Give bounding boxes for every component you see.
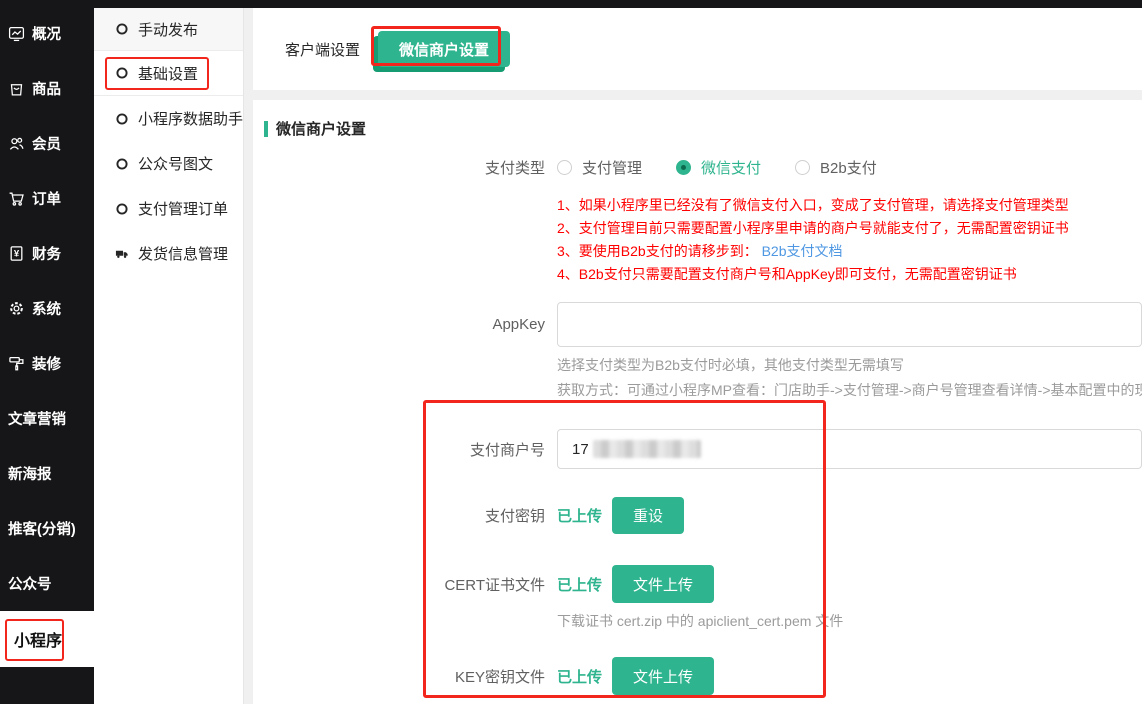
radio-b2b-pay[interactable]: B2b支付: [795, 157, 877, 178]
finance-icon: ¥: [8, 245, 26, 263]
circle-icon: [115, 66, 129, 80]
sidebar-item-mini-program[interactable]: 小程序: [0, 611, 94, 667]
circle-icon: [115, 157, 129, 171]
cert-help: 下载证书 cert.zip 中的 apiclient_cert.pem 文件: [557, 609, 1142, 634]
section-accent-bar: [264, 121, 268, 137]
sidebar-item-members[interactable]: 会员: [0, 116, 94, 171]
sidebar-item-new-poster[interactable]: 新海报: [0, 446, 94, 501]
mini-program-submenu: 手动发布 基础设置 小程序数据助手 公众号图文 支付管理订单: [94, 8, 244, 704]
sidebar-item-label: 公众号: [8, 573, 52, 594]
sidebar-item-decoration[interactable]: 装修: [0, 336, 94, 391]
submenu-item-label: 支付管理订单: [138, 198, 228, 219]
sidebar-item-system[interactable]: 系统: [0, 281, 94, 336]
submenu-item-shipping-info[interactable]: 发货信息管理: [94, 231, 243, 276]
appkey-help-1: 选择支付类型为B2b支付时必填，其他支付类型无需填写: [557, 353, 1142, 378]
submenu-item-label: 发货信息管理: [138, 243, 228, 264]
section-title: 微信商户设置: [276, 118, 366, 139]
cert-file-row: CERT证书文件 已上传 文件上传: [253, 565, 1142, 603]
radio-icon[interactable]: [795, 160, 810, 175]
merchant-id-value: 17: [572, 441, 589, 458]
submenu-item-label: 公众号图文: [138, 153, 213, 174]
cert-status-badge: 已上传: [557, 574, 602, 595]
tab-client-settings[interactable]: 客户端设置: [285, 39, 360, 60]
svg-text:¥: ¥: [14, 249, 20, 260]
radio-checked-icon[interactable]: [676, 160, 691, 175]
merchant-id-input[interactable]: 17: [557, 429, 1142, 469]
key-file-label: KEY密钥文件: [253, 666, 545, 687]
circle-icon: [115, 112, 129, 126]
pay-type-row: 支付类型 支付管理 微信支付 B2b支付: [253, 157, 1142, 178]
submenu-item-payment-orders[interactable]: 支付管理订单: [94, 186, 243, 231]
top-dark-strip: [94, 0, 1142, 8]
sidebar-item-label: 订单: [32, 188, 61, 209]
note-line-4: 4、B2b支付只需要配置支付商户号和AppKey即可支付，无需配置密钥证书: [557, 263, 1142, 286]
key-upload-button[interactable]: 文件上传: [612, 657, 714, 695]
sidebar-item-label: 推客(分销): [8, 518, 76, 539]
appkey-input[interactable]: [557, 302, 1142, 347]
sidebar-item-label: 装修: [32, 353, 61, 374]
submenu-item-basic-settings[interactable]: 基础设置: [94, 51, 243, 96]
truck-icon: [115, 247, 129, 261]
submenu-item-label: 小程序数据助手: [138, 108, 243, 129]
sidebar-item-label: 文章营销: [8, 408, 66, 429]
cart-icon: [8, 190, 26, 208]
merchant-id-label: 支付商户号: [253, 439, 545, 460]
sidebar-item-label: 概况: [32, 23, 61, 44]
sidebar-item-label: 新海报: [8, 463, 52, 484]
circle-icon: [115, 22, 129, 36]
pay-secret-label: 支付密钥: [253, 505, 545, 526]
note-line-3: 3、要使用B2b支付的请移步到： B2b支付文档: [557, 240, 1142, 263]
b2b-doc-link[interactable]: B2b支付文档: [762, 243, 843, 259]
submenu-item-manual-publish[interactable]: 手动发布: [94, 8, 243, 51]
sidebar-item-orders[interactable]: 订单: [0, 171, 94, 226]
section-header: 微信商户设置: [264, 118, 1142, 139]
circle-icon: [115, 202, 129, 216]
submenu-item-official-articles[interactable]: 公众号图文: [94, 141, 243, 186]
radio-icon[interactable]: [557, 160, 572, 175]
pay-secret-status-badge: 已上传: [557, 505, 602, 526]
sidebar-item-official-account[interactable]: 公众号: [0, 556, 94, 611]
pay-type-notes: 1、如果小程序里已经没有了微信支付入口，变成了支付管理，请选择支付管理类型 2、…: [557, 194, 1142, 286]
radio-wechat-pay[interactable]: 微信支付: [676, 157, 761, 178]
appkey-help-2: 获取方式：可通过小程序MP查看：门店助手->支付管理->商户号管理查看详情->基…: [557, 378, 1142, 403]
appkey-label: AppKey: [253, 316, 545, 333]
paint-roller-icon: [8, 355, 26, 373]
cert-file-label: CERT证书文件: [253, 574, 545, 595]
radio-pay-management[interactable]: 支付管理: [557, 157, 642, 178]
key-file-row: KEY密钥文件 已上传 文件上传: [253, 657, 1142, 695]
key-status-badge: 已上传: [557, 666, 602, 687]
appkey-row: AppKey: [253, 302, 1142, 347]
goods-bag-icon: [8, 80, 26, 98]
sidebar-item-label: 会员: [32, 133, 61, 154]
primary-sidebar: 概况 商品 会员 订单: [0, 0, 94, 704]
sidebar-item-label: 小程序: [8, 627, 62, 651]
sidebar-item-overview[interactable]: 概况: [0, 6, 94, 61]
pay-secret-row: 支付密钥 已上传 重设: [253, 497, 1142, 534]
sidebar-item-label: 商品: [32, 78, 61, 99]
submenu-item-label: 手动发布: [138, 19, 198, 40]
settings-tabs-panel: 客户端设置 微信商户设置: [253, 8, 1142, 90]
sidebar-item-goods[interactable]: 商品: [0, 61, 94, 116]
wechat-merchant-settings-panel: 微信商户设置 支付类型 支付管理 微信支付 B2b支付 1、如果小程序里已经没有…: [253, 100, 1142, 704]
submenu-item-label: 基础设置: [138, 63, 198, 84]
gear-icon: [8, 300, 26, 318]
cert-upload-button[interactable]: 文件上传: [612, 565, 714, 603]
sidebar-item-distribution[interactable]: 推客(分销): [0, 501, 94, 556]
note-line-1: 1、如果小程序里已经没有了微信支付入口，变成了支付管理，请选择支付管理类型: [557, 194, 1142, 217]
tab-wechat-merchant-settings[interactable]: 微信商户设置: [378, 31, 510, 67]
sidebar-item-label: 财务: [32, 243, 61, 264]
sidebar-item-finance[interactable]: ¥ 财务: [0, 226, 94, 281]
submenu-item-data-assistant[interactable]: 小程序数据助手: [94, 96, 243, 141]
redacted-value-blur: [593, 440, 701, 458]
sidebar-item-label: 系统: [32, 298, 61, 319]
pay-type-label: 支付类型: [253, 157, 545, 178]
sidebar-item-article-marketing[interactable]: 文章营销: [0, 391, 94, 446]
note-line-2: 2、支付管理目前只需要配置小程序里申请的商户号就能支付了，无需配置密钥证书: [557, 217, 1142, 240]
reset-secret-button[interactable]: 重设: [612, 497, 684, 534]
merchant-id-row: 支付商户号 17: [253, 429, 1142, 469]
chart-icon: [8, 25, 26, 43]
members-icon: [8, 135, 26, 153]
